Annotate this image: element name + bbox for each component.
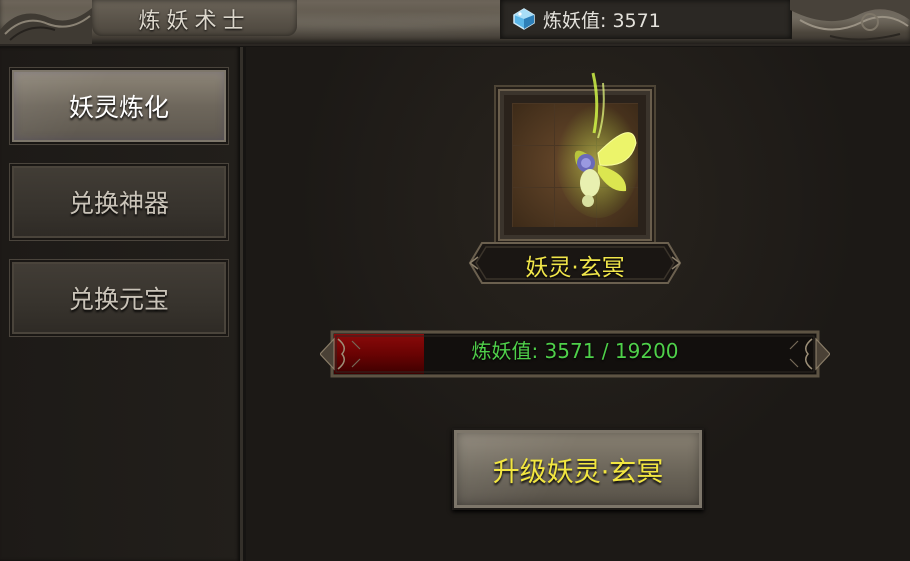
sidebar-item-exchange-ingot[interactable]: 兑换元宝 (9, 259, 229, 337)
upgrade-button[interactable]: 升级妖灵·玄冥 (452, 428, 704, 510)
item-slot-background (512, 72, 638, 227)
item-name: 妖灵·玄冥 (525, 255, 625, 281)
top-header: 炼妖术士 炼妖值: 3571 (0, 0, 910, 46)
title-plate: 炼妖术士 (92, 0, 297, 36)
item-slot[interactable] (498, 72, 652, 241)
progress-text: 炼妖值: 3571 / 19200 (471, 339, 679, 363)
sidebar-item-label: 妖灵炼化 (68, 93, 169, 122)
sidebar-item-exchange-artifact[interactable]: 兑换神器 (9, 163, 229, 241)
refine-progress-bar: 炼妖值: 3571 / 19200 (320, 327, 830, 381)
gem-icon (513, 8, 535, 30)
sidebar-item-refine-spirit[interactable]: 妖灵炼化 (9, 67, 229, 145)
main-panel: 妖灵·玄冥 炼妖值: 3571 / 19200 升级妖灵·玄冥 (246, 47, 910, 561)
sidebar-item-label: 兑换神器 (68, 189, 169, 218)
page-title: 炼妖术士 (138, 9, 251, 34)
upgrade-button-label: 升级妖灵·玄冥 (492, 456, 664, 488)
item-name-plate: 妖灵·玄冥 (468, 239, 682, 287)
currency-text: 炼妖值: 3571 (543, 10, 661, 32)
header-ornament-left (0, 8, 92, 44)
header-ornament-right (790, 0, 910, 41)
sidebar: 妖灵炼化 兑换神器 兑换元宝 (0, 47, 243, 561)
currency-display: 炼妖值: 3571 (500, 0, 792, 39)
sidebar-item-label: 兑换元宝 (68, 285, 169, 314)
fairy-spirit-icon (556, 72, 638, 218)
